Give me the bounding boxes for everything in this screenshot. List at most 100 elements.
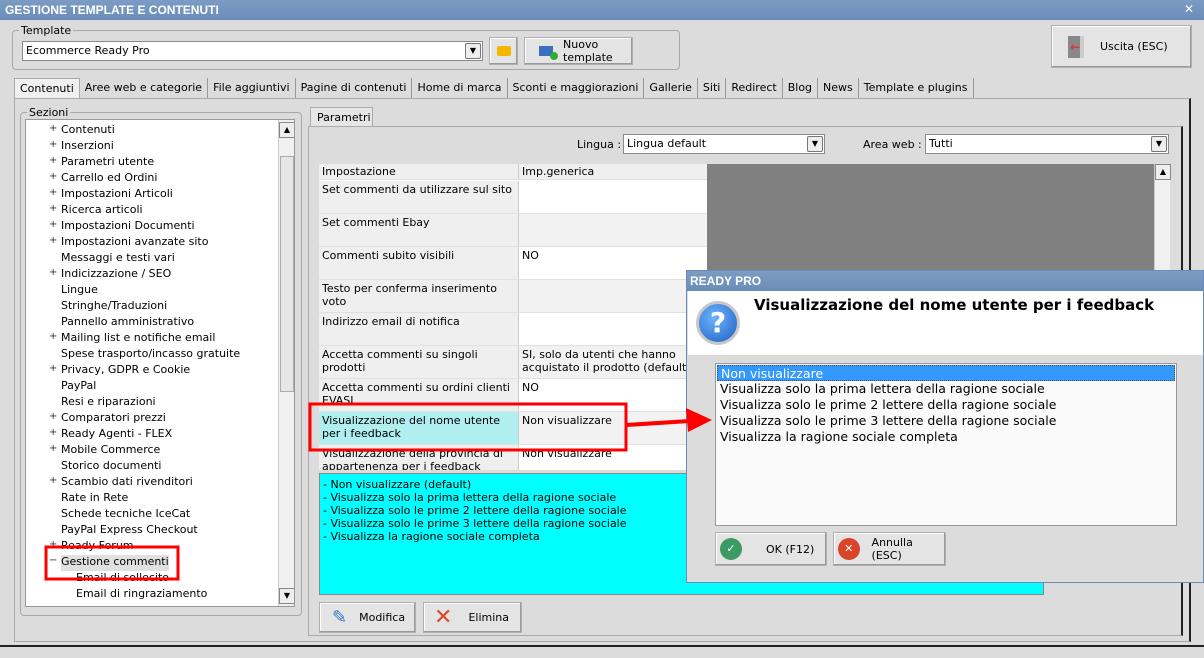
new-template-button[interactable]: Nuovo template: [524, 37, 633, 65]
expand-icon[interactable]: +: [49, 203, 57, 214]
tree-item[interactable]: PayPal Express Checkout: [61, 523, 198, 539]
expand-icon[interactable]: +: [49, 363, 57, 374]
expand-icon[interactable]: +: [49, 123, 57, 134]
tree-item[interactable]: Impostazioni Articoli: [61, 187, 173, 203]
option-item[interactable]: Visualizza la ragione sociale completa: [717, 429, 1175, 445]
tab-gallerie[interactable]: Gallerie: [644, 78, 698, 98]
tree-item[interactable]: Storico documenti: [61, 459, 161, 475]
tab-home-di-marca[interactable]: Home di marca: [412, 78, 508, 98]
tree-item[interactable]: Messaggi e testi vari: [61, 251, 175, 267]
options-listbox[interactable]: Non visualizzare Visualizza solo la prima…: [715, 363, 1177, 526]
ok-button[interactable]: ✓ OK (F12): [715, 532, 827, 566]
expand-icon[interactable]: +: [49, 267, 57, 278]
tab-parametri[interactable]: Parametri: [310, 107, 373, 127]
column-header[interactable]: Imp.generica: [519, 164, 707, 179]
expand-icon[interactable]: +: [49, 427, 57, 438]
tree-item[interactable]: PayPal: [61, 379, 96, 395]
tree-item[interactable]: Ricerca articoli: [61, 203, 143, 219]
area-web-select[interactable]: Tutti ▼: [925, 134, 1169, 154]
tree-item[interactable]: Schede tecniche IceCat: [61, 507, 190, 523]
tab-pagine-di-contenuti[interactable]: Pagine di contenuti: [296, 78, 413, 98]
setting-value[interactable]: NO: [519, 379, 707, 411]
tree-item[interactable]: Email di sollecito: [76, 571, 169, 587]
table-row[interactable]: Testo per conferma inserimento voto: [319, 280, 707, 313]
expand-icon[interactable]: +: [49, 219, 57, 230]
option-item[interactable]: Non visualizzare: [717, 365, 1175, 381]
table-row[interactable]: Commenti subito visibili NO: [319, 247, 707, 280]
tree-item[interactable]: Ready Agenti - FLEX: [61, 427, 172, 443]
scroll-down-icon[interactable]: ▼: [279, 588, 294, 604]
expand-icon[interactable]: +: [49, 139, 57, 150]
tab-file-aggiuntivi[interactable]: File aggiuntivi: [208, 78, 296, 98]
setting-value[interactable]: SI, solo da utenti che hanno acquistato …: [519, 346, 707, 378]
tree-item[interactable]: Lingue: [61, 283, 98, 299]
scroll-up-icon[interactable]: ▲: [279, 122, 294, 138]
setting-value[interactable]: [519, 313, 707, 345]
tree-item[interactable]: Carrello ed Ordini: [61, 171, 157, 187]
tree-item[interactable]: Impostazioni avanzate sito: [61, 235, 208, 251]
table-row[interactable]: Set commenti da utilizzare sul sito: [319, 181, 707, 214]
open-folder-button[interactable]: [489, 37, 518, 65]
exit-button[interactable]: ← Uscita (ESC): [1051, 25, 1192, 68]
setting-value[interactable]: [519, 280, 707, 312]
tree-item[interactable]: Stringhe/Traduzioni: [61, 299, 167, 315]
tree-item[interactable]: Impostazioni Documenti: [61, 219, 195, 235]
template-select[interactable]: Ecommerce Ready Pro ▼: [22, 41, 483, 61]
tree-item[interactable]: Email di ringraziamento: [76, 587, 207, 603]
setting-value[interactable]: NO: [519, 247, 707, 279]
expand-icon[interactable]: +: [49, 475, 57, 486]
table-row[interactable]: Indirizzo email di notifica: [319, 313, 707, 346]
tree-item[interactable]: Pannello amministrativo: [61, 315, 194, 331]
chevron-down-icon[interactable]: ▼: [807, 136, 823, 152]
chevron-down-icon[interactable]: ▼: [465, 43, 481, 59]
tree-item[interactable]: Indicizzazione / SEO: [61, 267, 171, 283]
tab-sconti-e-maggiorazioni[interactable]: Sconti e maggiorazioni: [508, 78, 645, 98]
cancel-button[interactable]: ✕ Annulla (ESC): [833, 532, 946, 566]
tree-item[interactable]: Resi e riparazioni: [61, 395, 156, 411]
tab-redirect[interactable]: Redirect: [726, 78, 783, 98]
option-item[interactable]: Visualizza solo le prime 3 lettere della…: [717, 413, 1175, 429]
tree-item[interactable]: Mailing list e notifiche email: [61, 331, 215, 347]
table-row[interactable]: Visualizzazione della provincia di appar…: [319, 445, 707, 470]
expand-icon[interactable]: +: [49, 171, 57, 182]
expand-icon[interactable]: +: [49, 443, 57, 454]
setting-value[interactable]: Non visualizzare: [519, 412, 707, 444]
setting-value[interactable]: [519, 181, 707, 213]
chevron-down-icon[interactable]: ▼: [1151, 136, 1167, 152]
scroll-up-icon[interactable]: ▲: [1155, 164, 1171, 180]
tree-item[interactable]: Comparatori prezzi: [61, 411, 166, 427]
table-row[interactable]: Set commenti Ebay: [319, 214, 707, 247]
tree-item[interactable]: Privacy, GDPR e Cookie: [61, 363, 190, 379]
edit-button[interactable]: ✎ Modifica: [319, 602, 416, 633]
expand-icon[interactable]: +: [49, 331, 57, 342]
tree-item[interactable]: Mobile Commerce: [61, 443, 160, 459]
expand-icon[interactable]: +: [49, 187, 57, 198]
collapse-icon[interactable]: −: [49, 555, 57, 566]
tab-blog[interactable]: Blog: [783, 78, 819, 98]
tab-news[interactable]: News: [818, 78, 859, 98]
tree-item[interactable]: Gestione commenti: [61, 555, 169, 571]
tab-contenuti[interactable]: Contenuti: [14, 78, 80, 98]
table-row[interactable]: Visualizzazione del nome utente per i fe…: [319, 412, 707, 445]
table-row[interactable]: Accetta commenti su ordini clienti EVASI…: [319, 379, 707, 412]
setting-value[interactable]: [519, 214, 707, 246]
table-row[interactable]: Accetta commenti su singoli prodotti SI, …: [319, 346, 707, 379]
tab-aree-web-e-categorie[interactable]: Aree web e categorie: [80, 78, 209, 98]
tree-item[interactable]: Scambio dati rivenditori: [61, 475, 193, 491]
option-item[interactable]: Visualizza solo le prime 2 lettere della…: [717, 397, 1175, 413]
delete-button[interactable]: ✕ Elimina: [423, 602, 522, 633]
option-item[interactable]: Visualizza solo la prima lettera della r…: [717, 381, 1175, 397]
expand-icon[interactable]: +: [49, 539, 57, 550]
expand-icon[interactable]: +: [49, 411, 57, 422]
setting-value[interactable]: Non visualizzare: [519, 445, 707, 470]
tree-item[interactable]: Contenuti: [61, 123, 115, 139]
tab-siti[interactable]: Siti: [698, 78, 727, 98]
tab-template-e-plugins[interactable]: Template e plugins: [859, 78, 974, 98]
tree-scrollbar[interactable]: ▲ ▼: [278, 120, 294, 606]
expand-icon[interactable]: +: [49, 155, 57, 166]
close-icon[interactable]: ✕: [1184, 2, 1194, 16]
tree-item[interactable]: Rate in Rete: [61, 491, 128, 507]
scroll-thumb[interactable]: [280, 156, 294, 392]
tree-item[interactable]: Spese trasporto/incasso gratuite: [61, 347, 240, 363]
tree-item[interactable]: Ready Forum: [61, 539, 134, 555]
